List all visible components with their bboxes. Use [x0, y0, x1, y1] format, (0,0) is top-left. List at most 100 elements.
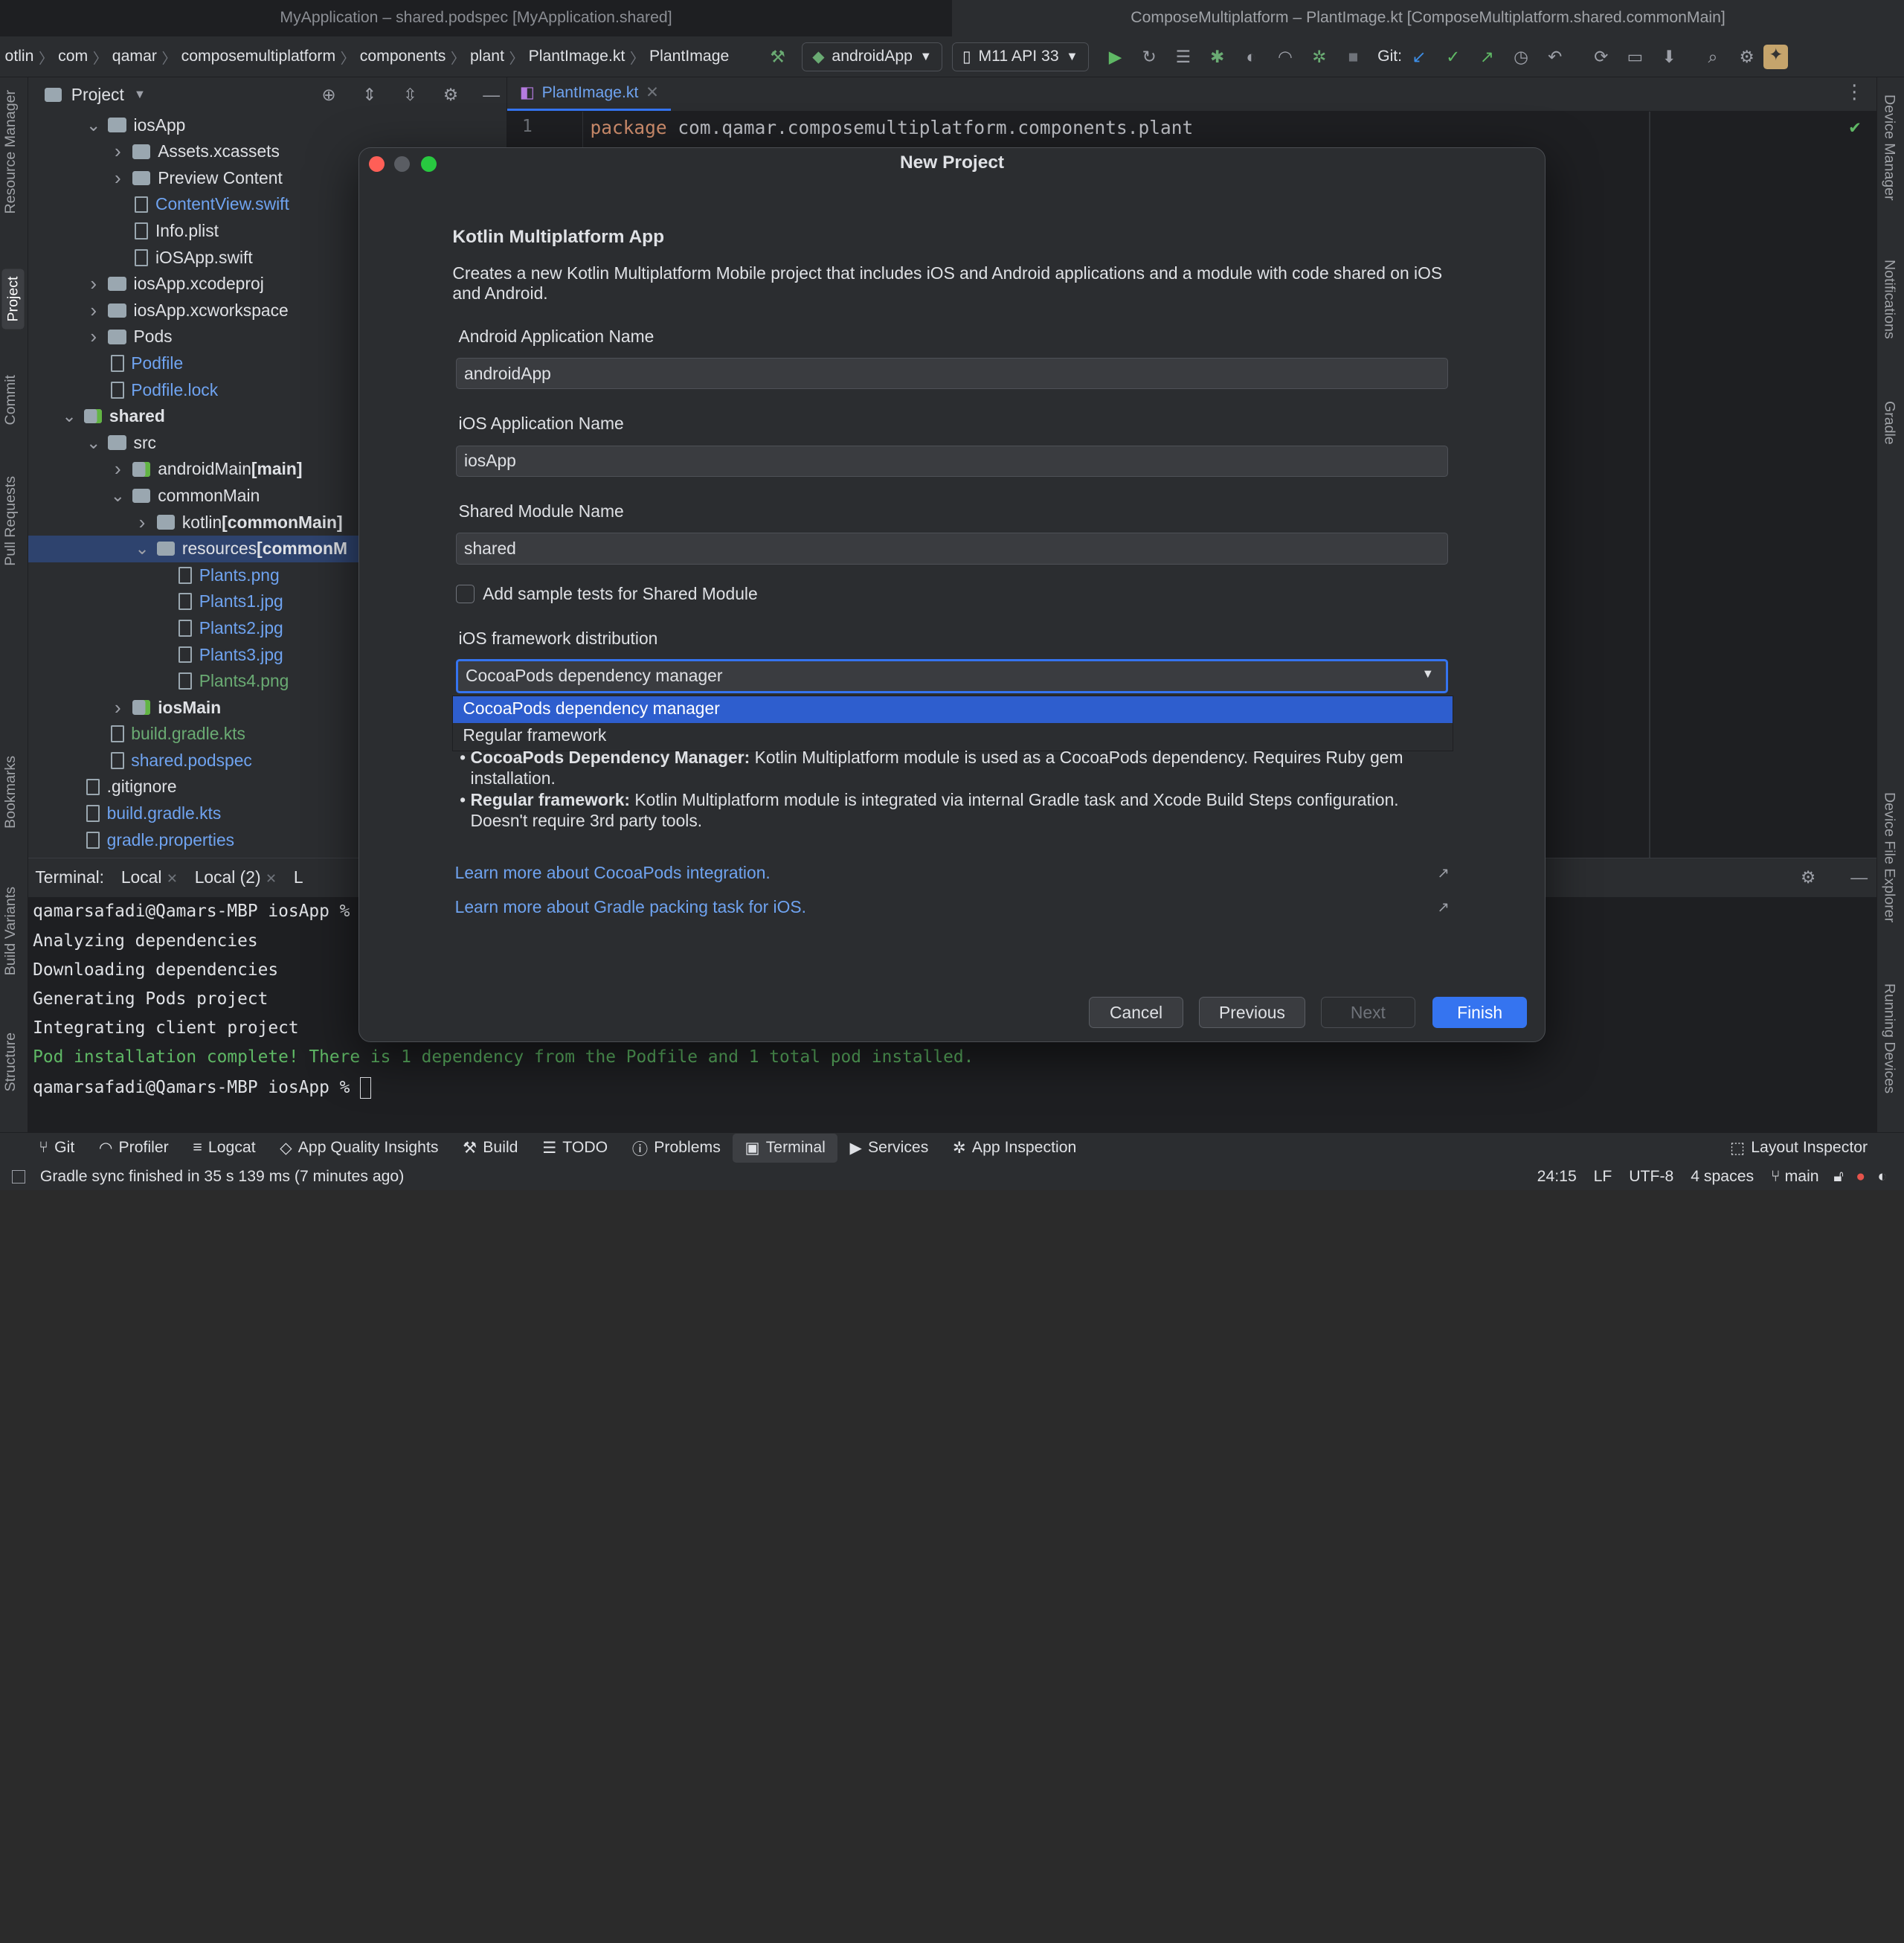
tab-running-devices[interactable]: Running Devices: [1880, 983, 1897, 1093]
expand-all-icon[interactable]: ⇕: [354, 85, 385, 105]
tree-file[interactable]: Plants3.jpg: [178, 641, 283, 668]
tool-todo[interactable]: ☰ TODO: [530, 1134, 620, 1163]
next-button[interactable]: Next: [1320, 996, 1416, 1029]
tree-folder[interactable]: › androidMain [main]: [111, 456, 302, 483]
tab-notifications[interactable]: Notifications: [1880, 260, 1897, 339]
tree-file[interactable]: ContentView.swift: [135, 191, 289, 218]
tree-file[interactable]: Plants4.png: [178, 668, 289, 695]
tool-terminal[interactable]: ▣ Terminal: [733, 1133, 838, 1163]
tool-services[interactable]: ▶ Services: [837, 1134, 940, 1163]
tab-device-file-explorer[interactable]: Device File Explorer: [1880, 792, 1897, 922]
chevron-right-icon[interactable]: ›: [86, 272, 101, 295]
collapse-all-icon[interactable]: ⇳: [395, 85, 426, 105]
distribution-select[interactable]: CocoaPods dependency manager ▼: [456, 658, 1449, 693]
breadcrumb-symbol[interactable]: PlantImage: [644, 48, 733, 65]
coverage-icon[interactable]: ◐: [1234, 47, 1268, 67]
attach-debugger-icon[interactable]: ✲: [1302, 47, 1337, 67]
tree-file[interactable]: gradle.properties: [86, 826, 234, 853]
chevron-right-icon[interactable]: ›: [135, 511, 149, 534]
indent-setting[interactable]: 4 spaces: [1691, 1168, 1754, 1186]
sample-tests-label[interactable]: Add sample tests for Shared Module: [483, 584, 758, 604]
file-encoding[interactable]: UTF-8: [1629, 1168, 1673, 1186]
more-icon[interactable]: ⋮: [1844, 80, 1864, 103]
status-message[interactable]: Gradle sync finished in 35 s 139 ms (7 m…: [40, 1168, 404, 1186]
tree-file[interactable]: Plants.png: [178, 562, 280, 588]
ios-name-field[interactable]: iosApp: [456, 445, 1449, 477]
chevron-right-icon[interactable]: ›: [111, 457, 126, 481]
tree-folder[interactable]: › iosApp.xcodeproj: [86, 271, 263, 298]
hide-icon[interactable]: —: [476, 85, 507, 105]
git-push-icon[interactable]: ↗: [1470, 47, 1504, 67]
finish-button[interactable]: Finish: [1432, 996, 1528, 1029]
code-line[interactable]: package com.qamar.composemultiplatform.c…: [590, 117, 1193, 138]
shared-module-field[interactable]: shared: [456, 533, 1449, 565]
tree-file[interactable]: build.gradle.kts: [86, 800, 221, 827]
editor-tab[interactable]: ◧ PlantImage.kt ✕: [507, 77, 672, 112]
tree-file[interactable]: Podfile: [110, 350, 183, 377]
breadcrumb-item[interactable]: otlin: [0, 48, 39, 65]
option-regular-framework[interactable]: Regular framework: [453, 723, 1452, 750]
tool-app-quality[interactable]: ◇ App Quality Insights: [268, 1134, 451, 1163]
tree-folder[interactable]: ⌄ iosApp: [86, 112, 185, 138]
tree-file[interactable]: Podfile.lock: [110, 376, 218, 403]
tool-problems[interactable]: ⓘ Problems: [620, 1134, 733, 1163]
gear-icon[interactable]: ⚙: [435, 85, 466, 105]
hide-icon[interactable]: —: [1842, 867, 1876, 887]
breadcrumb-file[interactable]: PlantImage.kt: [524, 48, 630, 65]
chevron-down-icon[interactable]: ⌄: [86, 433, 101, 453]
status-toggle-icon[interactable]: [12, 1170, 26, 1184]
stop-icon[interactable]: ■: [1337, 47, 1371, 67]
sync-gradle-icon[interactable]: ⟳: [1584, 47, 1618, 67]
terminal-tab[interactable]: L: [294, 867, 303, 887]
tool-build[interactable]: ⚒ Build: [451, 1134, 530, 1163]
debug-icon[interactable]: ✱: [1200, 47, 1235, 67]
gear-icon[interactable]: ⚙: [1730, 47, 1764, 67]
lock-icon[interactable]: 🔓︎: [1833, 1168, 1844, 1186]
device-manager-icon[interactable]: ▭: [1618, 47, 1653, 67]
chevron-down-icon[interactable]: ⌄: [111, 486, 126, 506]
breadcrumb-item[interactable]: com: [54, 48, 93, 65]
line-separator[interactable]: LF: [1594, 1168, 1612, 1186]
tab-device-manager[interactable]: Device Manager: [1880, 94, 1897, 201]
chevron-right-icon[interactable]: ›: [111, 696, 126, 719]
tree-file[interactable]: Info.plist: [135, 218, 219, 245]
error-icon[interactable]: ●: [1856, 1168, 1865, 1186]
apply-changes-icon[interactable]: ☰: [1166, 47, 1200, 67]
git-branch[interactable]: ⑂ main: [1771, 1168, 1819, 1186]
tab-bookmarks[interactable]: Bookmarks: [2, 756, 19, 829]
breadcrumb-item[interactable]: qamar: [107, 48, 161, 65]
avatar-icon[interactable]: ✦: [1763, 44, 1789, 69]
run-config-select[interactable]: ◆ androidApp ▼: [802, 42, 942, 71]
chevron-right-icon[interactable]: ›: [86, 299, 101, 322]
project-title[interactable]: Project: [71, 85, 124, 105]
tree-folder[interactable]: › iosMain: [111, 694, 221, 721]
tool-app-inspection[interactable]: ✲ App Inspection: [941, 1134, 1089, 1163]
tree-file[interactable]: build.gradle.kts: [110, 721, 245, 748]
tree-folder[interactable]: › Pods: [86, 324, 172, 350]
chevron-right-icon[interactable]: ›: [111, 167, 126, 190]
history-icon[interactable]: ◷: [1504, 47, 1538, 67]
run-icon[interactable]: ▶: [1099, 47, 1133, 67]
locate-icon[interactable]: ⊕: [313, 85, 344, 105]
tree-folder[interactable]: ⌄ commonMain: [111, 483, 260, 510]
git-update-icon[interactable]: ↙: [1402, 47, 1436, 67]
sample-tests-checkbox[interactable]: [456, 585, 475, 603]
tool-git[interactable]: ⑂ Git: [27, 1134, 87, 1163]
tool-layout-inspector[interactable]: ⬚ Layout Inspector: [1718, 1134, 1880, 1163]
breadcrumb-item[interactable]: composemultiplatform: [176, 48, 341, 65]
chevron-right-icon[interactable]: ›: [86, 325, 101, 348]
tab-structure[interactable]: Structure: [2, 1032, 19, 1091]
git-commit-icon[interactable]: ✓: [1436, 47, 1470, 67]
tool-profiler[interactable]: ◠ Profiler: [87, 1134, 181, 1163]
tree-folder[interactable]: › iosApp.xcworkspace: [86, 297, 288, 324]
terminal-tab[interactable]: Local ✕: [121, 867, 178, 887]
breadcrumb-item[interactable]: plant: [465, 48, 509, 65]
tab-build-variants[interactable]: Build Variants: [2, 887, 19, 975]
gradle-learn-more-link[interactable]: Learn more about Gradle packing task for…: [455, 897, 806, 917]
cocoapods-learn-more-link[interactable]: Learn more about CocoaPods integration.: [455, 863, 771, 883]
sdk-manager-icon[interactable]: ⬇: [1652, 47, 1686, 67]
tree-file[interactable]: iOSApp.swift: [135, 244, 253, 271]
chevron-right-icon[interactable]: ›: [111, 140, 126, 163]
tree-folder[interactable]: › Assets.xcassets: [111, 138, 280, 165]
terminal-prompt[interactable]: qamarsafadi@Qamars-MBP iosApp %: [33, 1076, 371, 1099]
